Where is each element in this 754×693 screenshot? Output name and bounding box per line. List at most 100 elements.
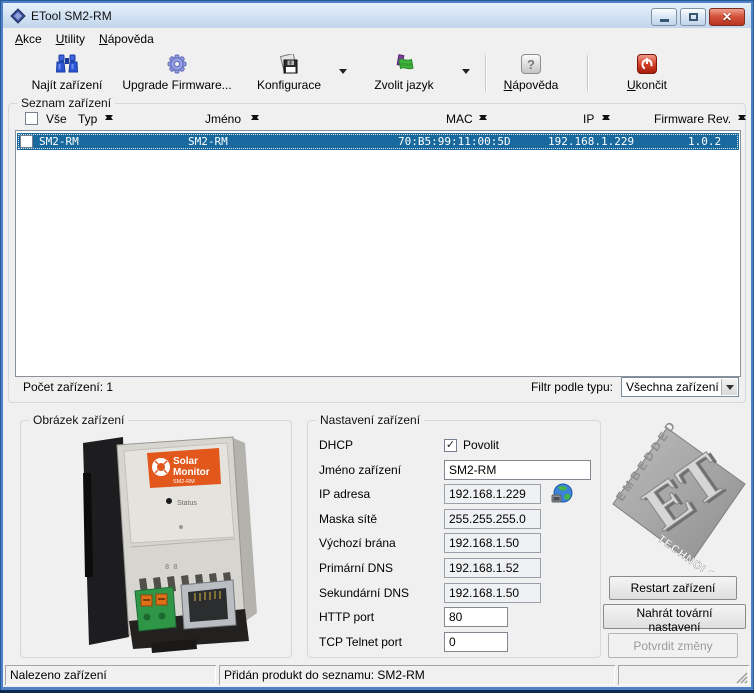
telnet-port-input[interactable] xyxy=(444,632,508,652)
svg-text:Solar: Solar xyxy=(173,456,198,467)
device-firmware: 1.0.2 xyxy=(688,133,721,150)
primary-dns-input[interactable] xyxy=(444,558,541,578)
http-port-label: HTTP port xyxy=(319,610,444,624)
quit-button[interactable]: Ukončit xyxy=(614,52,680,94)
column-header-typ[interactable]: Typ xyxy=(78,112,97,126)
filter-combobox[interactable]: Všechna zařízení xyxy=(621,377,739,397)
sort-icon-firmware[interactable] xyxy=(738,112,747,123)
http-port-input[interactable] xyxy=(444,607,508,627)
svg-text:SM2-RM: SM2-RM xyxy=(173,479,195,485)
device-list-header: Vše Typ Jméno MAC IP Firmware Rev. xyxy=(9,111,745,129)
combobox-dropdown-arrow[interactable] xyxy=(721,379,737,395)
close-button[interactable]: ✕ xyxy=(709,8,745,26)
floppy-icon xyxy=(278,54,300,75)
toolbar-separator xyxy=(587,55,588,91)
filter-label: Filtr podle typu: xyxy=(531,380,613,394)
device-list-group: Seznam zařízení Vše Typ Jméno MAC IP Fir… xyxy=(8,103,746,403)
device-name-row: Jméno zařízení xyxy=(319,460,600,480)
svg-text:Status: Status xyxy=(177,500,197,507)
sort-icon-ip[interactable] xyxy=(602,112,611,123)
gateway-row: Výchozí brána xyxy=(319,533,600,553)
dhcp-row: DHCP ✓ Povolit xyxy=(319,435,600,455)
upgrade-firmware-button[interactable]: Upgrade Firmware... xyxy=(115,52,239,94)
device-row-checkbox[interactable] xyxy=(20,135,33,148)
secondary-dns-input[interactable] xyxy=(444,583,541,603)
telnet-port-row: TCP Telnet port xyxy=(319,632,600,652)
device-jmeno: SM2-RM xyxy=(188,133,228,150)
device-photo: Solar Monitor SM2-RM Status 8 8 xyxy=(21,425,291,655)
secondary-dns-label: Sekundární DNS xyxy=(319,586,444,600)
netmask-row: Maska sítě xyxy=(319,509,600,529)
help-button[interactable]: ? Nápověda xyxy=(495,52,567,94)
primary-dns-label: Primární DNS xyxy=(319,561,444,575)
device-image-group: Obrázek zařízení Solar xyxy=(20,420,292,658)
column-header-firmware[interactable]: Firmware Rev. xyxy=(654,112,731,126)
app-window: ETool SM2-RM ✕ Akce Utility Nápověda xyxy=(0,0,754,693)
configuration-button[interactable]: Konfigurace xyxy=(246,52,332,94)
find-devices-button[interactable]: Najít zařízení xyxy=(21,52,113,94)
minimize-button[interactable] xyxy=(651,8,677,26)
window-title: ETool SM2-RM xyxy=(31,9,112,23)
telnet-port-label: TCP Telnet port xyxy=(319,635,444,649)
gateway-input[interactable] xyxy=(444,533,541,553)
language-dropdown-arrow[interactable] xyxy=(462,69,470,78)
svg-text:Monitor: Monitor xyxy=(173,467,210,478)
device-count-label: Počet zařízení: 1 xyxy=(23,380,113,394)
choose-language-button[interactable]: Zvolit jazyk xyxy=(360,52,448,94)
menu-napoveda[interactable]: Nápověda xyxy=(92,29,161,49)
device-mac: 70:B5:99:11:00:5D xyxy=(398,133,511,150)
menubar: Akce Utility Nápověda xyxy=(3,28,751,49)
app-icon xyxy=(10,8,26,24)
sort-icon-mac[interactable] xyxy=(479,112,488,123)
device-name-input[interactable] xyxy=(444,460,591,480)
gateway-label: Výchozí brána xyxy=(319,536,444,550)
filter-value: Všechna zařízení xyxy=(626,380,720,394)
device-row-selected[interactable]: SM2-RM SM2-RM 70:B5:99:11:00:5D 192.168.… xyxy=(17,133,739,150)
status-right xyxy=(618,665,749,685)
maximize-icon xyxy=(689,13,698,21)
open-web-interface-icon[interactable] xyxy=(550,482,574,506)
netmask-input[interactable] xyxy=(444,509,541,529)
secondary-dns-row: Sekundární DNS xyxy=(319,583,600,603)
device-listbox: SM2-RM SM2-RM 70:B5:99:11:00:5D 192.168.… xyxy=(15,130,741,377)
restart-device-button[interactable]: Restart zařízení xyxy=(609,576,737,600)
column-header-mac[interactable]: MAC xyxy=(446,112,473,126)
device-list-group-label: Seznam zařízení xyxy=(17,96,115,110)
binoculars-icon xyxy=(56,54,78,74)
help-icon: ? xyxy=(521,54,541,74)
column-header-jmeno[interactable]: Jméno xyxy=(205,112,241,126)
ip-address-input[interactable] xyxy=(444,484,541,504)
toolbar: Najít zařízení Upgrade Firmware... xyxy=(3,49,751,97)
dhcp-checkbox[interactable]: ✓ xyxy=(444,439,457,452)
power-icon xyxy=(637,54,657,74)
svg-text:8 8: 8 8 xyxy=(165,563,178,571)
status-left: Nalezeno zařízení xyxy=(5,665,216,685)
device-typ: SM2-RM xyxy=(39,133,79,150)
factory-reset-button[interactable]: Nahrát tovární nastavení xyxy=(603,604,746,629)
http-port-row: HTTP port xyxy=(319,607,600,627)
device-settings-group-label: Nastavení zařízení xyxy=(316,413,424,427)
gear-icon xyxy=(167,54,187,74)
device-name-label: Jméno zařízení xyxy=(319,463,444,477)
toolbar-separator xyxy=(485,55,486,91)
select-all-checkbox[interactable] xyxy=(25,112,38,125)
menu-utility[interactable]: Utility xyxy=(49,29,92,49)
device-list-footer: Počet zařízení: 1 Filtr podle typu: Všec… xyxy=(17,377,739,397)
titlebar[interactable]: ETool SM2-RM ✕ xyxy=(3,3,751,28)
dhcp-label: DHCP xyxy=(319,438,444,452)
sort-icon-typ[interactable] xyxy=(105,112,114,123)
ip-address-row: IP adresa xyxy=(319,484,600,504)
maximize-button[interactable] xyxy=(680,8,706,26)
minimize-icon xyxy=(660,19,669,22)
resize-grip[interactable] xyxy=(735,671,748,684)
device-ip: 192.168.1.229 xyxy=(548,133,634,150)
sort-icon-jmeno[interactable] xyxy=(251,112,260,123)
confirm-changes-button[interactable]: Potvrdit změny xyxy=(608,633,738,658)
configuration-dropdown-arrow[interactable] xyxy=(339,69,347,78)
embedded-technologies-logo: EMBEDDED ET ET TECHNOLOGIES xyxy=(605,418,751,572)
menu-akce[interactable]: Akce xyxy=(8,29,49,49)
dhcp-checkbox-label: Povolit xyxy=(463,438,499,452)
flag-icon xyxy=(393,54,415,74)
column-header-ip[interactable]: IP xyxy=(583,112,594,126)
column-header-vse[interactable]: Vše xyxy=(46,112,67,126)
